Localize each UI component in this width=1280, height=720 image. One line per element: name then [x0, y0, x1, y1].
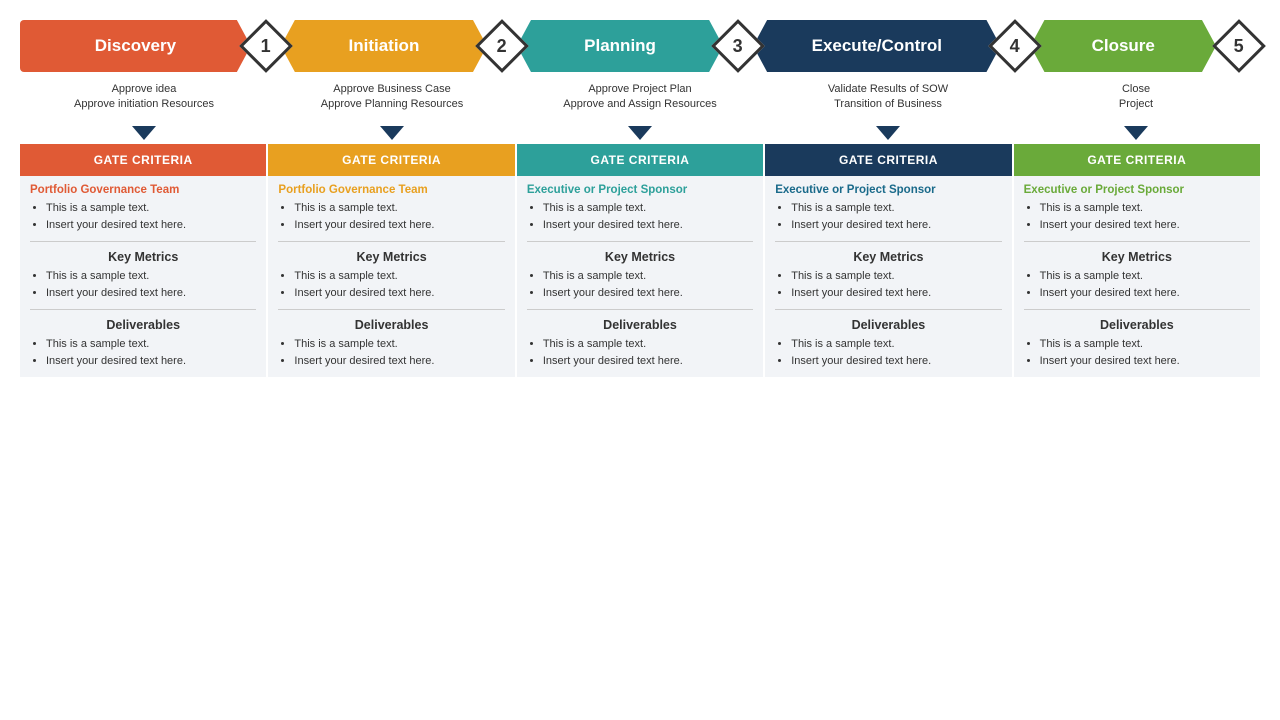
list-item: Insert your desired text here. — [1040, 353, 1250, 370]
metrics-bullets-2: This is a sample text. Insert your desir… — [278, 268, 504, 301]
deliverables-title-1: Deliverables — [30, 318, 256, 332]
list-item: Insert your desired text here. — [1040, 285, 1250, 302]
gate-bullets-1: This is a sample text. Insert your desir… — [30, 200, 256, 233]
gate-criteria-row: GATE CRITERIA GATE CRITERIA GATE CRITERI… — [20, 144, 1260, 176]
col-initiation: Portfolio Governance Team This is a samp… — [268, 176, 516, 377]
list-item: Insert your desired text here. — [543, 353, 753, 370]
col-discovery: Portfolio Governance Team This is a samp… — [20, 176, 268, 377]
gate-cell-1: GATE CRITERIA — [20, 144, 268, 176]
deliverables-bullets-3: This is a sample text. Insert your desir… — [527, 336, 753, 369]
list-item: This is a sample text. — [294, 200, 504, 217]
gate-bullets-3: This is a sample text. Insert your desir… — [527, 200, 753, 233]
list-item: This is a sample text. — [543, 336, 753, 353]
list-item: This is a sample text. — [46, 336, 256, 353]
deliverables-bullets-5: This is a sample text. Insert your desir… — [1024, 336, 1250, 369]
phase-execute: Execute/Control — [753, 20, 1000, 72]
list-item: This is a sample text. — [294, 268, 504, 285]
gate-cell-4: GATE CRITERIA — [765, 144, 1013, 176]
gate-cell-3: GATE CRITERIA — [517, 144, 765, 176]
list-item: Insert your desired text here. — [543, 217, 753, 234]
milestone-5: CloseProject — [1012, 78, 1260, 140]
deliverables-bullets-4: This is a sample text. Insert your desir… — [775, 336, 1001, 369]
deliverables-bullets-2: This is a sample text. Insert your desir… — [278, 336, 504, 369]
list-item: Insert your desired text here. — [294, 285, 504, 302]
key-metrics-title-3: Key Metrics — [527, 250, 753, 264]
reviewer-label-5: Executive or Project Sponsor — [1024, 184, 1250, 196]
gate-cell-2: GATE CRITERIA — [268, 144, 516, 176]
gate-bullets-2: This is a sample text. Insert your desir… — [278, 200, 504, 233]
gate-cell-5: GATE CRITERIA — [1014, 144, 1260, 176]
list-item: Insert your desired text here. — [46, 285, 256, 302]
metrics-bullets-1: This is a sample text. Insert your desir… — [30, 268, 256, 301]
key-metrics-title-5: Key Metrics — [1024, 250, 1250, 264]
phase-planning: Planning — [517, 20, 723, 72]
content-grid: Portfolio Governance Team This is a samp… — [20, 176, 1260, 377]
milestone-4: Validate Results of SOWTransition of Bus… — [764, 78, 1012, 140]
list-item: This is a sample text. — [294, 336, 504, 353]
phase-closure: Closure — [1030, 20, 1216, 72]
diamond-5: 5 — [1212, 19, 1266, 73]
list-item: Insert your desired text here. — [46, 353, 256, 370]
list-item: This is a sample text. — [791, 200, 1001, 217]
phase-label-closure: Closure — [1030, 20, 1216, 72]
deliverables-title-5: Deliverables — [1024, 318, 1250, 332]
list-item: Insert your desired text here. — [294, 217, 504, 234]
list-item: Insert your desired text here. — [791, 353, 1001, 370]
reviewer-label-1: Portfolio Governance Team — [30, 184, 256, 196]
list-item: This is a sample text. — [543, 268, 753, 285]
key-metrics-title-2: Key Metrics — [278, 250, 504, 264]
list-item: This is a sample text. — [46, 268, 256, 285]
phase-label-execute: Execute/Control — [753, 20, 1000, 72]
milestone-1: Approve ideaApprove initiation Resources — [20, 78, 268, 140]
list-item: Insert your desired text here. — [46, 217, 256, 234]
phase-initiation: Initiation — [281, 20, 487, 72]
list-item: This is a sample text. — [1040, 200, 1250, 217]
list-item: Insert your desired text here. — [543, 285, 753, 302]
reviewer-label-2: Portfolio Governance Team — [278, 184, 504, 196]
list-item: This is a sample text. — [1040, 268, 1250, 285]
list-item: Insert your desired text here. — [1040, 217, 1250, 234]
deliverables-title-4: Deliverables — [775, 318, 1001, 332]
phase-label-initiation: Initiation — [281, 20, 487, 72]
list-item: This is a sample text. — [1040, 336, 1250, 353]
key-metrics-title-1: Key Metrics — [30, 250, 256, 264]
gate-bullets-4: This is a sample text. Insert your desir… — [775, 200, 1001, 233]
list-item: Insert your desired text here. — [294, 353, 504, 370]
gate-bullets-5: This is a sample text. Insert your desir… — [1024, 200, 1250, 233]
deliverables-title-3: Deliverables — [527, 318, 753, 332]
list-item: This is a sample text. — [46, 200, 256, 217]
list-item: This is a sample text. — [543, 200, 753, 217]
deliverables-title-2: Deliverables — [278, 318, 504, 332]
col-closure: Executive or Project Sponsor This is a s… — [1014, 176, 1260, 377]
milestone-row: Approve ideaApprove initiation Resources… — [20, 78, 1260, 140]
list-item: This is a sample text. — [791, 336, 1001, 353]
phase-discovery: Discovery — [20, 20, 251, 72]
key-metrics-title-4: Key Metrics — [775, 250, 1001, 264]
page-container: Discovery 1 Initiation 2 Planning 3 Exec… — [0, 0, 1280, 720]
list-item: This is a sample text. — [791, 268, 1001, 285]
metrics-bullets-4: This is a sample text. Insert your desir… — [775, 268, 1001, 301]
reviewer-label-3: Executive or Project Sponsor — [527, 184, 753, 196]
reviewer-label-4: Executive or Project Sponsor — [775, 184, 1001, 196]
col-execute: Executive or Project Sponsor This is a s… — [765, 176, 1013, 377]
list-item: Insert your desired text here. — [791, 285, 1001, 302]
list-item: Insert your desired text here. — [791, 217, 1001, 234]
phase-label-planning: Planning — [517, 20, 723, 72]
col-planning: Executive or Project Sponsor This is a s… — [517, 176, 765, 377]
deliverables-bullets-1: This is a sample text. Insert your desir… — [30, 336, 256, 369]
phase-label-discovery: Discovery — [20, 20, 251, 72]
milestone-2: Approve Business CaseApprove Planning Re… — [268, 78, 516, 140]
metrics-bullets-5: This is a sample text. Insert your desir… — [1024, 268, 1250, 301]
milestone-3: Approve Project PlanApprove and Assign R… — [516, 78, 764, 140]
metrics-bullets-3: This is a sample text. Insert your desir… — [527, 268, 753, 301]
phase-banner: Discovery 1 Initiation 2 Planning 3 Exec… — [20, 20, 1260, 72]
